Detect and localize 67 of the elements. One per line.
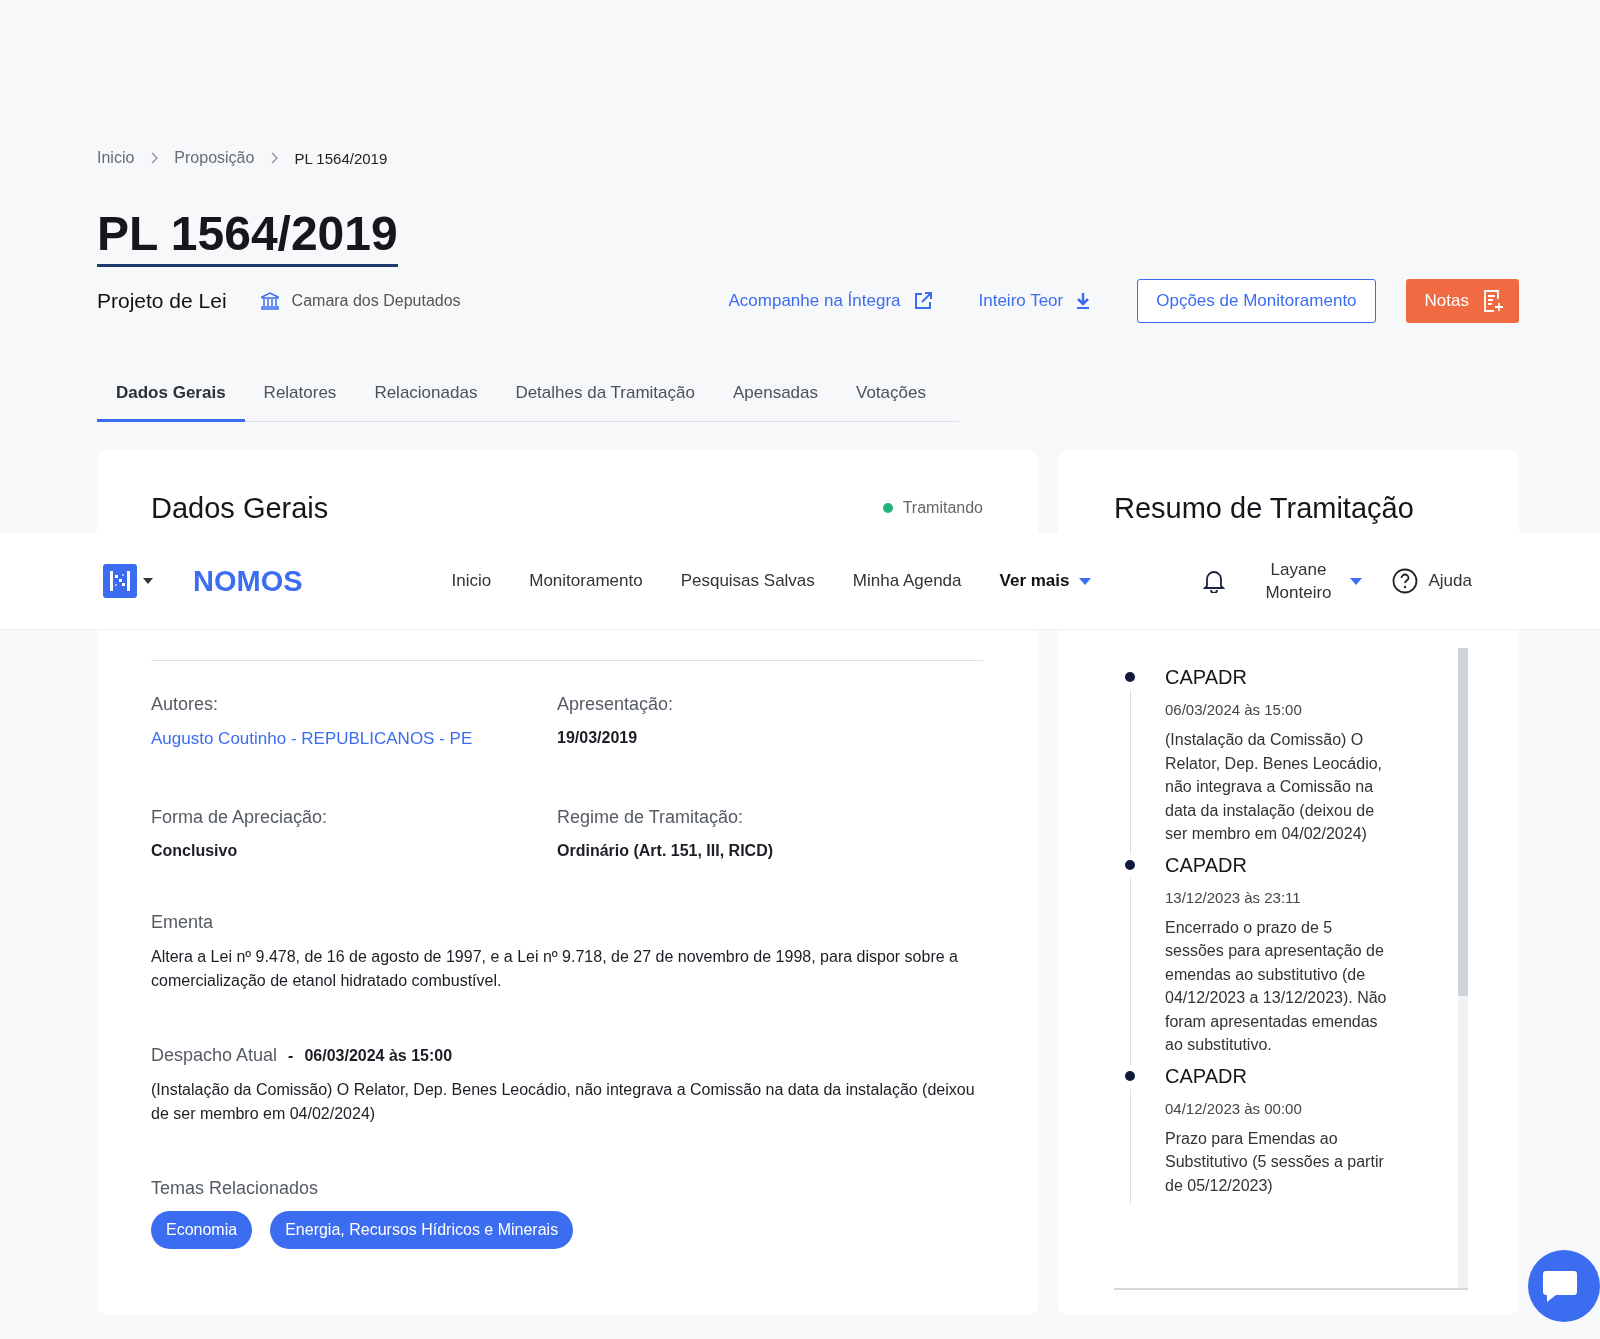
note-add-icon: [1483, 289, 1505, 313]
caret-down-icon: [1079, 577, 1092, 585]
topic-tag[interactable]: Economia: [151, 1211, 253, 1249]
breadcrumb-link[interactable]: PL 1564/2019: [294, 149, 388, 167]
external-link-icon: [912, 291, 933, 311]
ementa-text: Altera a Lei nº 9.478, de 16 de agosto de 1997, e a Lei nº 9.718, de 27 de novembro de 1998, para dispor sobre a comercialização de etanol hidratado combustível.: [151, 947, 959, 991]
section-label: Ementa: [151, 912, 214, 932]
section-label: Temas Relacionados: [151, 1178, 319, 1198]
page-title: PL 1564/2019: [97, 206, 398, 267]
card-title: Resumo de Tramitação: [1114, 491, 1415, 526]
field-label: Forma de Apreciação:: [151, 807, 329, 828]
help-link[interactable]: Ajuda: [1392, 568, 1472, 594]
event-text: Prazo para Emendas ao Substitutivo (5 sessões a partir de 05/12/2023): [1165, 1128, 1385, 1196]
breadcrumb-link[interactable]: Proposição: [174, 149, 255, 167]
monitoring-options-button[interactable]: Opções de Monitoramento: [1137, 279, 1376, 323]
tab[interactable]: Relatores: [244, 371, 356, 422]
caret-down-icon[interactable]: [143, 578, 153, 584]
bell-icon[interactable]: [1203, 569, 1226, 593]
timeline-dot: [1125, 672, 1135, 682]
dispatch-text: (Instalação da Comissão) O Relator, Dep. Benes Leocádio, não integrava a Comissão na data da instalação (deixou de ser membro em 04/02/2024): [151, 1080, 976, 1124]
author-link[interactable]: Augusto Coutinho - REPUBLICANOS - PE: [151, 729, 557, 749]
house-name: Camara dos Deputados: [291, 292, 461, 310]
field-value: Ordinário (Art. 151, III, RICD): [557, 842, 775, 860]
event-datetime: 13/12/2023 às 23:11: [1165, 888, 1302, 906]
app-grid-logo-icon[interactable]: [103, 564, 137, 598]
breadcrumb-link[interactable]: Inicio: [97, 149, 135, 167]
committee-name: CAPADR: [1165, 1064, 1248, 1088]
user-name[interactable]: Layane Monteiro: [1258, 558, 1339, 604]
nav-dropdown[interactable]: Ver mais: [999, 571, 1092, 591]
section-label: Despacho Atual: [151, 1045, 278, 1066]
chevron-right-icon: [270, 152, 279, 164]
download-icon: [1075, 292, 1092, 310]
event-datetime: 04/12/2023 às 00:00: [1165, 1099, 1303, 1117]
field-value: 19/03/2019: [557, 729, 639, 747]
nav-link[interactable]: Minha Agenda: [852, 571, 962, 591]
field-label: Apresentação:: [557, 694, 675, 715]
tab[interactable]: Dados Gerais: [97, 371, 245, 422]
card-title: Dados Gerais: [151, 491, 329, 526]
tab[interactable]: Votações: [837, 371, 945, 422]
timeline-dot: [1125, 859, 1135, 870]
bank-icon: [259, 291, 280, 311]
topic-tag[interactable]: Energia, Recursos Hídricos e Minerais: [270, 1211, 574, 1249]
separator: -: [288, 1046, 294, 1065]
tab[interactable]: Relacionadas: [355, 371, 497, 422]
tab[interactable]: Detalhes da Tramitação: [496, 371, 714, 422]
timeline-dot: [1125, 1070, 1135, 1081]
full-text-link[interactable]: Acompanhe na Íntegra: [728, 291, 933, 311]
field-label: Regime de Tramitação:: [557, 807, 745, 828]
committee-name: CAPADR: [1165, 666, 1248, 689]
brand-logo[interactable]: NOMOS: [193, 564, 303, 598]
nav-link[interactable]: Inicio: [451, 571, 492, 591]
help-icon: [1392, 568, 1419, 594]
bill-type: Projeto de Lei: [97, 289, 227, 313]
dispatch-date: 06/03/2024 às 15:00: [304, 1046, 453, 1065]
tab[interactable]: Apensadas: [713, 371, 837, 422]
event-datetime: 06/03/2024 às 15:00: [1165, 701, 1303, 718]
scrollbar[interactable]: [1458, 648, 1468, 1288]
event-text: (Instalação da Comissão) O Relator, Dep. Benes Leocádio, não integrava a Comissão na data da instalação (deixou de ser membro em 04/02/2024): [1165, 730, 1384, 844]
field-label: Autores:: [151, 694, 220, 715]
committee-name: CAPADR: [1165, 853, 1248, 877]
chevron-right-icon: [150, 152, 159, 164]
nav-link[interactable]: Monitoramento: [529, 571, 643, 591]
field-value: Conclusivo: [151, 842, 239, 860]
nav-link[interactable]: Pesquisas Salvas: [680, 571, 815, 591]
status-label: Tramitando: [902, 499, 983, 517]
download-link[interactable]: Inteiro Teor: [978, 291, 1092, 311]
event-text: Encerrado o prazo de 5 sessões para apresentação de emendas ao substitutivo (de 04/12/2023 a 13/12/2023). Não foram apresentadas emendas ao substitutivo.: [1165, 917, 1388, 1055]
